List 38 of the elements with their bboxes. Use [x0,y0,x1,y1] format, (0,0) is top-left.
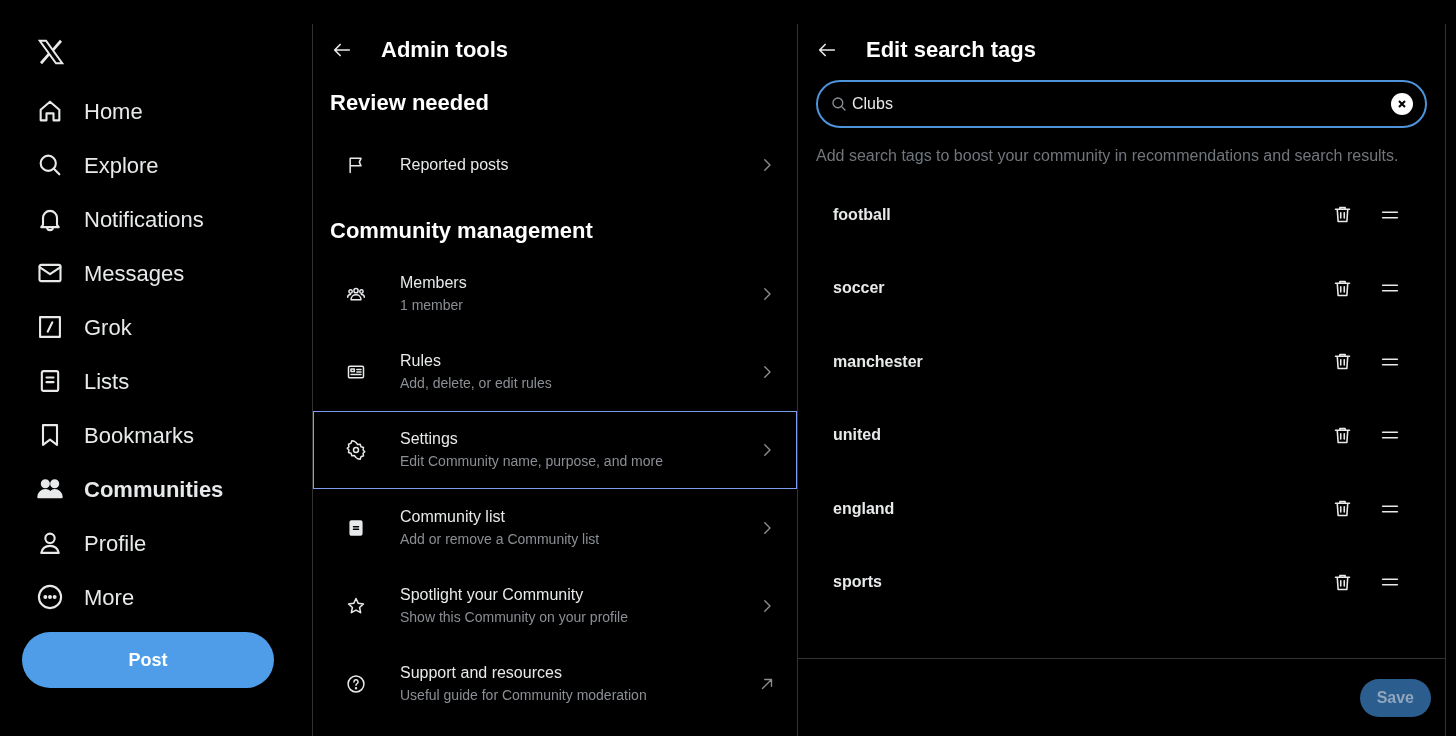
panel-title: Admin tools [381,36,509,64]
nav-link[interactable]: Notifications [22,192,218,246]
search-icon [830,95,848,113]
star-icon [346,595,366,616]
search-field[interactable]: Clubs [816,80,1427,128]
menu-item[interactable]: Spotlight your Community Show this Community on your profile [313,566,797,645]
nav-link[interactable]: Lists [22,354,144,408]
x-logo-icon[interactable] [36,37,66,67]
more-icon [36,583,64,611]
tag-name: football [833,204,891,225]
nav-link[interactable]: Bookmarks [22,408,209,462]
nav-link[interactable]: More [22,570,149,624]
hint-text: Add search tags to boost your community in recommendations and search results. [816,146,1400,166]
nav-link[interactable]: Explore [22,138,173,192]
menu-item[interactable]: Rules Add, delete, or edit rules [313,332,797,411]
document-icon [346,517,366,538]
menu-item[interactable]: Support and resources Useful guide for Community moderation [313,644,797,723]
slash-square-icon [36,313,64,341]
tag-name: united [833,425,881,446]
gear-icon [346,439,366,460]
close-icon [1397,99,1407,109]
section-heading: Community management [329,217,594,246]
menu-item[interactable]: Community list Add or remove a Community list [313,488,797,567]
tag-name: sports [833,572,882,593]
panel-title: Edit search tags [866,36,1036,64]
menu-item[interactable]: Reported posts [313,126,797,205]
tag-name: manchester [833,351,923,372]
nav-link[interactable]: Communities [22,462,238,516]
nav-link[interactable]: Grok [22,300,146,354]
help-icon [346,673,366,694]
menu-item[interactable]: Settings Edit Community name, purpose, and more [313,410,797,489]
tag-name: soccer [833,278,885,299]
section-heading: Review needed [329,89,490,117]
nav-link[interactable]: Profile [22,516,161,570]
menu-item[interactable]: Members 1 member [313,254,797,333]
nav-link[interactable]: Home [22,84,157,138]
tag-name: england [833,498,895,519]
nav-link[interactable]: Messages [22,246,199,300]
